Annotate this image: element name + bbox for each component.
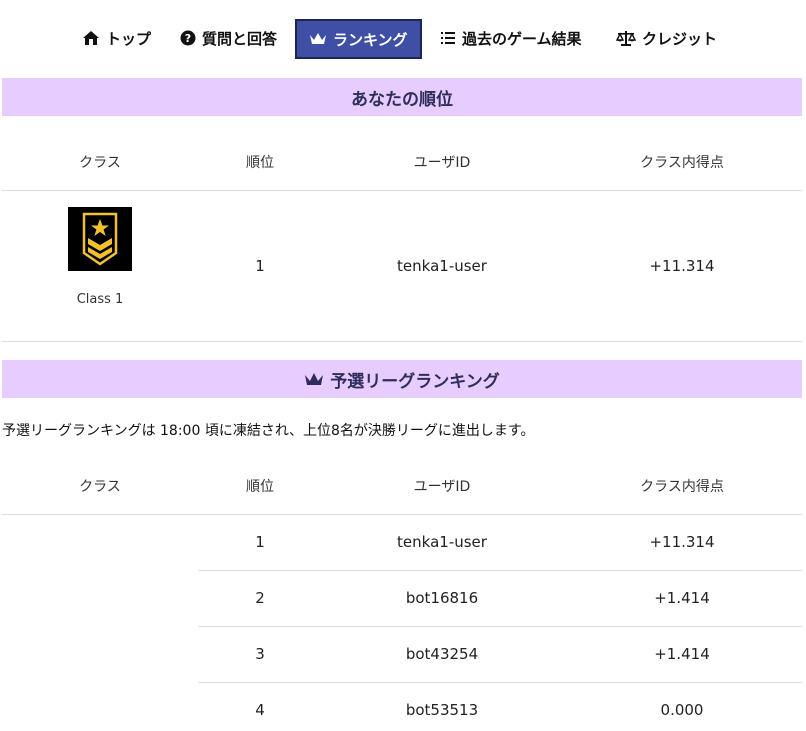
- section-title: あなたの順位: [351, 89, 453, 110]
- nav-item-label: 過去のゲーム結果: [462, 29, 582, 48]
- qualifier-header: 予選リーグランキング: [2, 360, 802, 398]
- nav-item-faq[interactable]: ? 質問と回答: [180, 18, 277, 58]
- class-label: Class 1: [76, 292, 124, 307]
- rank-value: 3: [255, 645, 265, 663]
- nav-item-label: トップ: [106, 29, 152, 48]
- crown-icon: [310, 33, 326, 44]
- divider: [198, 626, 802, 627]
- home-icon: [83, 31, 99, 45]
- column-header-user-id: ユーザID: [413, 479, 471, 495]
- crown-icon: [305, 372, 324, 385]
- column-header-rank: 順位: [246, 155, 274, 171]
- rank-value: 4: [255, 701, 265, 719]
- score-value: +11.314: [649, 257, 715, 275]
- user-id-value: bot16816: [405, 589, 479, 607]
- rank-value: 2: [255, 589, 265, 607]
- divider: [2, 514, 802, 515]
- score-value: +11.314: [649, 533, 715, 551]
- nav-item-ranking[interactable]: ランキング: [295, 19, 422, 59]
- column-header-rank: 順位: [246, 479, 274, 495]
- score-value: +1.414: [654, 645, 710, 663]
- list-icon: [441, 32, 455, 44]
- user-id-value: tenka1-user: [397, 533, 487, 551]
- column-header-user-id: ユーザID: [413, 155, 471, 171]
- rank-value: 1: [255, 533, 265, 551]
- user-id-value: tenka1-user: [397, 257, 487, 275]
- your-rank-header: あなたの順位: [2, 78, 802, 116]
- user-id-value: bot43254: [405, 645, 479, 663]
- question-icon: ?: [180, 30, 196, 46]
- section-title: 予選リーグランキング: [330, 371, 500, 392]
- column-header-class: クラス: [79, 479, 121, 495]
- nav-item-label: 質問と回答: [202, 29, 278, 48]
- class-badge-icon: [68, 207, 132, 271]
- score-value: 0.000: [660, 701, 704, 719]
- main-nav: トップ ? 質問と回答 ランキング 過去のゲーム結果 クレジット: [0, 18, 806, 60]
- nav-item-credits[interactable]: クレジット: [616, 18, 717, 58]
- column-header-score: クラス内得点: [640, 479, 724, 495]
- divider: [198, 682, 802, 683]
- divider: [198, 570, 802, 571]
- svg-text:?: ?: [185, 32, 191, 45]
- nav-item-top[interactable]: トップ: [82, 18, 151, 58]
- column-header-score: クラス内得点: [640, 155, 724, 171]
- user-id-value: bot53513: [405, 701, 479, 719]
- column-header-class: クラス: [79, 155, 121, 171]
- qualifier-notice: 予選リーグランキングは 18:00 頃に凍結され、上位8名が決勝リーグに進出しま…: [2, 423, 535, 439]
- nav-item-label: クレジット: [642, 29, 718, 48]
- nav-item-past-results[interactable]: 過去のゲーム結果: [440, 18, 582, 58]
- divider: [2, 190, 802, 191]
- nav-item-label: ランキング: [333, 30, 408, 49]
- score-value: +1.414: [654, 589, 710, 607]
- scale-icon: [616, 31, 636, 46]
- rank-value: 1: [255, 257, 265, 275]
- divider: [2, 341, 802, 342]
